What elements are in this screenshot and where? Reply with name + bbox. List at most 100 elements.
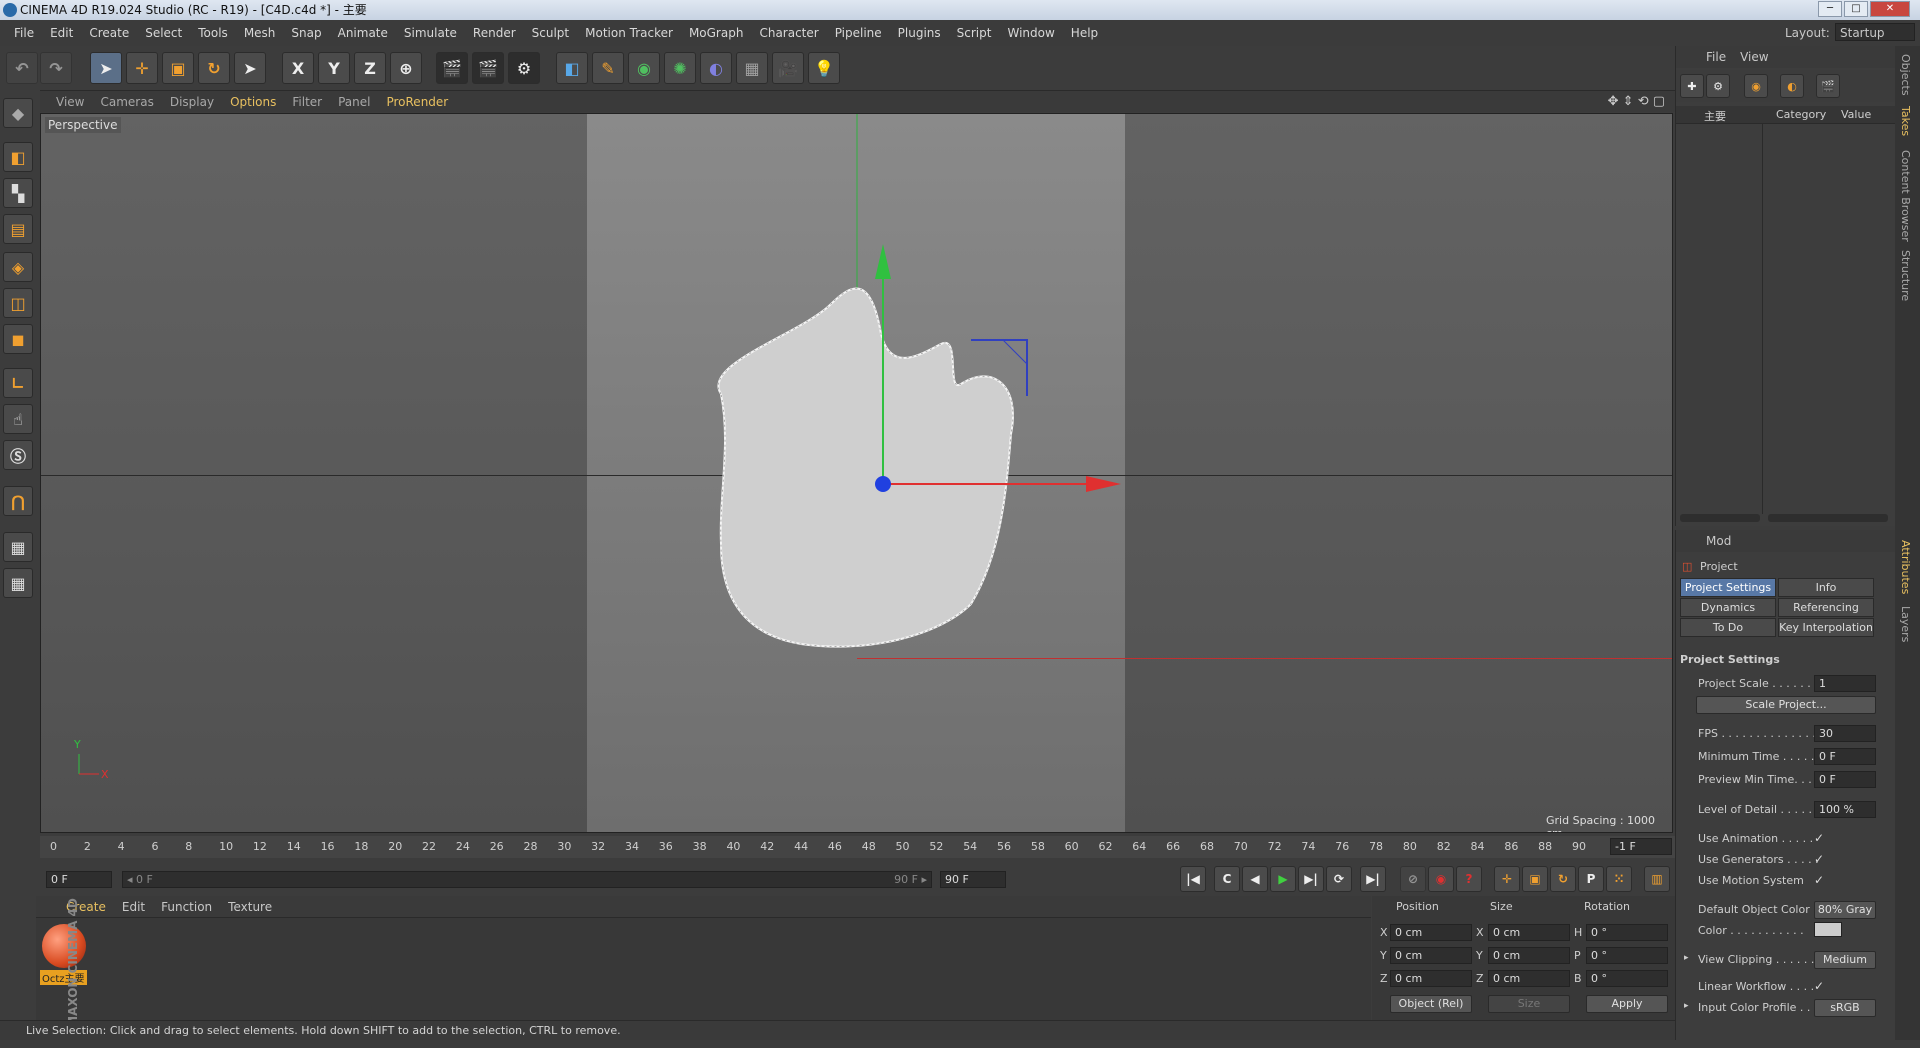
take-override-icon[interactable]: ⚙: [1706, 74, 1730, 98]
tab-project-settings[interactable]: Project Settings: [1680, 578, 1776, 597]
workplane-icon[interactable]: ▤: [3, 214, 33, 244]
material-menu-texture[interactable]: Texture: [228, 900, 272, 914]
move-icon[interactable]: ✛: [126, 52, 158, 84]
gizmo-x-arrow[interactable]: [1086, 476, 1121, 492]
locked-workplane-icon[interactable]: ▦: [3, 532, 33, 562]
linear-workflow-checkbox[interactable]: ✓: [1814, 979, 1828, 993]
color-swatch[interactable]: [1814, 922, 1842, 937]
size-x-field[interactable]: 0 cm: [1488, 924, 1570, 941]
snap-magnet-icon[interactable]: ⋂: [3, 486, 33, 516]
size-z-field[interactable]: 0 cm: [1488, 970, 1570, 987]
pen-icon[interactable]: ✎: [592, 52, 624, 84]
side-tab-structure[interactable]: Structure: [1899, 250, 1912, 301]
input-profile-dropdown[interactable]: sRGB: [1814, 999, 1876, 1017]
prev-key-icon[interactable]: C: [1214, 866, 1240, 892]
view-clipping-expand-icon[interactable]: ▸: [1684, 953, 1689, 963]
x-axis-lock-button[interactable]: X: [282, 52, 314, 84]
menu-mesh[interactable]: Mesh: [236, 26, 284, 40]
play-icon[interactable]: ▶: [1270, 866, 1296, 892]
tab-dynamics[interactable]: Dynamics: [1680, 598, 1776, 617]
prev-frame-icon[interactable]: ◀: [1242, 866, 1268, 892]
recent-tool-icon[interactable]: ➤: [234, 52, 266, 84]
next-frame-icon[interactable]: ▶|: [1298, 866, 1324, 892]
tab-key-interpolation[interactable]: Key Interpolation: [1778, 618, 1874, 637]
tab-referencing[interactable]: Referencing: [1778, 598, 1874, 617]
viewport-menu-filter[interactable]: Filter: [292, 95, 322, 109]
floor-icon[interactable]: ▦: [736, 52, 768, 84]
menu-character[interactable]: Character: [751, 26, 826, 40]
texture-mode-icon[interactable]: ▚: [3, 178, 33, 208]
viewport-menu-cameras[interactable]: Cameras: [100, 95, 153, 109]
rotate-icon[interactable]: ↻: [198, 52, 230, 84]
input-profile-expand-icon[interactable]: ▸: [1684, 1001, 1689, 1011]
timeline-ruler[interactable]: 0 2 4 6 8 10 12 14 16 18 20 22 24 26 28 30 32 34 36 38 40 42 4…: [40, 836, 1675, 858]
gizmo-z-handle[interactable]: [875, 476, 891, 492]
viewport-camera-label[interactable]: Perspective: [45, 117, 121, 133]
undo-icon[interactable]: ↶: [6, 52, 38, 84]
menu-tools[interactable]: Tools: [190, 26, 236, 40]
preview-range-slider[interactable]: ◂ 0 F 90 F ▸: [122, 871, 932, 888]
attr-mode-label[interactable]: Mod: [1706, 534, 1731, 548]
axis-mode-icon[interactable]: ∟: [3, 368, 33, 398]
auto-take-icon[interactable]: ◉: [1744, 74, 1768, 98]
material-menu-edit[interactable]: Edit: [122, 900, 145, 914]
objmgr-menu-view[interactable]: View: [1740, 50, 1768, 64]
menu-create[interactable]: Create: [81, 26, 137, 40]
key-parameter-icon[interactable]: P: [1578, 866, 1604, 892]
take-main-label[interactable]: 主要: [1704, 108, 1726, 124]
position-z-field[interactable]: 0 cm: [1390, 970, 1472, 987]
menu-edit[interactable]: Edit: [42, 26, 81, 40]
planar-workplane-icon[interactable]: ▦: [3, 568, 33, 598]
viewport-menu-display[interactable]: Display: [170, 95, 214, 109]
take-category-column[interactable]: Category: [1776, 108, 1826, 121]
viewport-menu-options[interactable]: Options: [230, 95, 276, 109]
tab-to-do[interactable]: To Do: [1680, 618, 1776, 637]
render-picture-viewer-icon[interactable]: 🎬: [472, 52, 504, 84]
wireframe-mesh[interactable]: [717, 287, 1014, 648]
menu-mograph[interactable]: MoGraph: [681, 26, 752, 40]
scale-project-button[interactable]: Scale Project...: [1696, 696, 1876, 714]
position-x-field[interactable]: 0 cm: [1390, 924, 1472, 941]
points-mode-icon[interactable]: ◈: [3, 252, 33, 282]
scale-icon[interactable]: ▣: [162, 52, 194, 84]
use-animation-checkbox[interactable]: ✓: [1814, 831, 1828, 845]
edit-render-settings-icon[interactable]: ⚙: [508, 52, 540, 84]
tab-info[interactable]: Info: [1778, 578, 1874, 597]
side-tab-objects[interactable]: Objects: [1899, 54, 1912, 96]
auto-key-icon[interactable]: ◉: [1428, 866, 1454, 892]
material-menu-function[interactable]: Function: [161, 900, 212, 914]
viewport-nav-icons[interactable]: ✥ ⇕ ⟲ ▢: [1608, 94, 1665, 109]
z-axis-lock-button[interactable]: Z: [354, 52, 386, 84]
deformer-icon[interactable]: ◐: [700, 52, 732, 84]
lock-overrides-icon[interactable]: ◐: [1780, 74, 1804, 98]
polygons-mode-icon[interactable]: ◼: [3, 324, 33, 354]
gizmo-y-arrow[interactable]: [875, 244, 891, 279]
viewport-menu-view[interactable]: View: [56, 95, 84, 109]
rotation-h-field[interactable]: 0 °: [1586, 924, 1668, 941]
menu-pipeline[interactable]: Pipeline: [827, 26, 890, 40]
light-icon[interactable]: 💡: [808, 52, 840, 84]
menu-file[interactable]: File: [6, 26, 42, 40]
menu-animate[interactable]: Animate: [330, 26, 396, 40]
goto-start-icon[interactable]: |◀: [1180, 866, 1206, 892]
viewport-menu-panel[interactable]: Panel: [338, 95, 370, 109]
side-tab-content-browser[interactable]: Content Browser: [1899, 150, 1912, 242]
coordinate-mode-dropdown[interactable]: Object (Rel): [1390, 995, 1472, 1013]
timeline-icon[interactable]: ▥: [1644, 866, 1670, 892]
view-clipping-dropdown[interactable]: Medium: [1814, 951, 1876, 969]
edges-mode-icon[interactable]: ◫: [3, 288, 33, 318]
default-color-dropdown[interactable]: 80% Gray: [1814, 901, 1876, 919]
apply-button[interactable]: Apply: [1586, 995, 1668, 1013]
menu-sculpt[interactable]: Sculpt: [524, 26, 577, 40]
size-mode-dropdown[interactable]: Size: [1488, 995, 1570, 1013]
menu-select[interactable]: Select: [137, 26, 190, 40]
key-pla-icon[interactable]: ⁙: [1606, 866, 1632, 892]
min-time-field[interactable]: 0 F: [1814, 748, 1876, 765]
rotation-b-field[interactable]: 0 °: [1586, 970, 1668, 987]
menu-motion-tracker[interactable]: Motion Tracker: [577, 26, 681, 40]
rotation-p-field[interactable]: 0 °: [1586, 947, 1668, 964]
solo-icon[interactable]: Ⓢ: [3, 440, 33, 470]
menu-simulate[interactable]: Simulate: [396, 26, 465, 40]
keyframe-selection-icon[interactable]: ?: [1456, 866, 1482, 892]
render-view-icon[interactable]: 🎬: [436, 52, 468, 84]
